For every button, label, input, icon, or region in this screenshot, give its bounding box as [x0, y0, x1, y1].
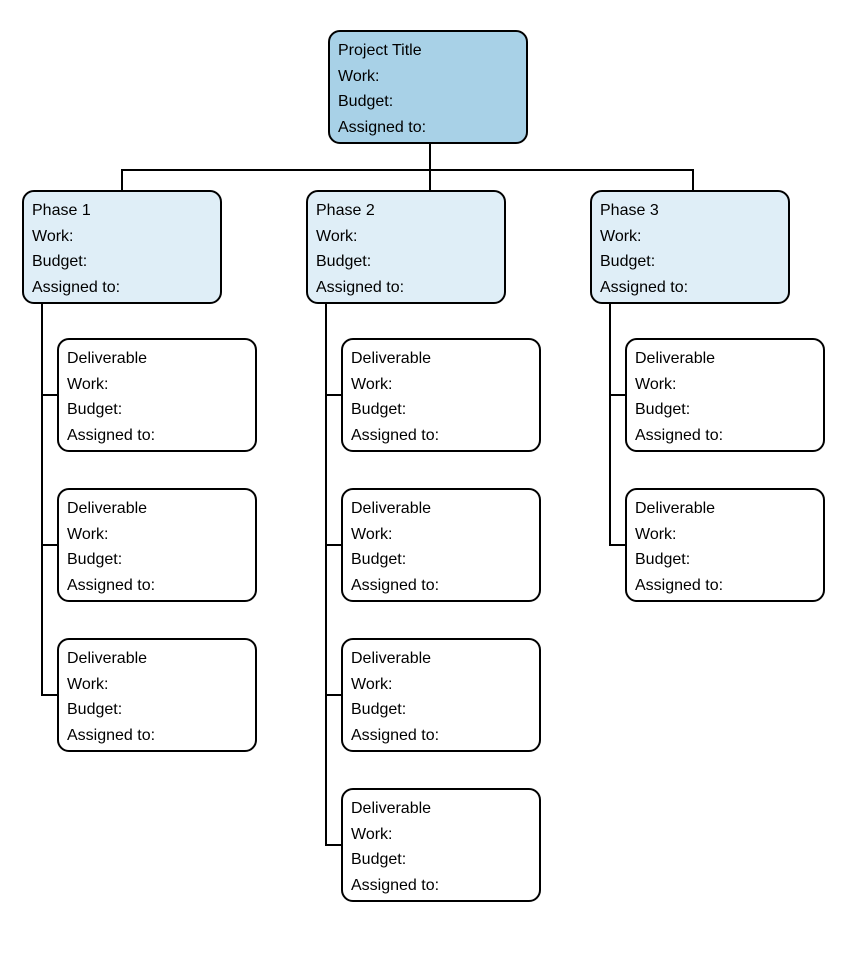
deliverable-assigned: Assigned to: — [351, 723, 531, 749]
deliverable-node: Deliverable Work: Budget: Assigned to: — [57, 338, 257, 452]
deliverable-work: Work: — [635, 522, 815, 548]
root-title: Project Title — [338, 38, 518, 64]
deliverable-assigned: Assigned to: — [67, 423, 247, 449]
deliverable-work: Work: — [351, 672, 531, 698]
deliverable-title: Deliverable — [67, 646, 247, 672]
root-node: Project Title Work: Budget: Assigned to: — [328, 30, 528, 144]
root-assigned: Assigned to: — [338, 115, 518, 141]
deliverable-node: Deliverable Work: Budget: Assigned to: — [57, 638, 257, 752]
deliverable-budget: Budget: — [67, 697, 247, 723]
phase-assigned: Assigned to: — [316, 275, 496, 301]
deliverable-work: Work: — [67, 372, 247, 398]
deliverable-assigned: Assigned to: — [635, 573, 815, 599]
phase-assigned: Assigned to: — [32, 275, 212, 301]
phase-budget: Budget: — [316, 249, 496, 275]
phase-work: Work: — [316, 224, 496, 250]
deliverable-assigned: Assigned to: — [351, 423, 531, 449]
root-work: Work: — [338, 64, 518, 90]
deliverable-assigned: Assigned to: — [351, 873, 531, 899]
root-budget: Budget: — [338, 89, 518, 115]
deliverable-work: Work: — [351, 372, 531, 398]
deliverable-node: Deliverable Work: Budget: Assigned to: — [341, 638, 541, 752]
deliverable-budget: Budget: — [351, 547, 531, 573]
deliverable-assigned: Assigned to: — [67, 723, 247, 749]
phase-assigned: Assigned to: — [600, 275, 780, 301]
deliverable-work: Work: — [67, 522, 247, 548]
phase-node-1: Phase 1 Work: Budget: Assigned to: — [22, 190, 222, 304]
phase-node-2: Phase 2 Work: Budget: Assigned to: — [306, 190, 506, 304]
phase-title: Phase 2 — [316, 198, 496, 224]
phase-budget: Budget: — [600, 249, 780, 275]
phase-title: Phase 3 — [600, 198, 780, 224]
deliverable-budget: Budget: — [635, 397, 815, 423]
deliverable-title: Deliverable — [351, 496, 531, 522]
deliverable-title: Deliverable — [635, 496, 815, 522]
deliverable-node: Deliverable Work: Budget: Assigned to: — [625, 338, 825, 452]
deliverable-node: Deliverable Work: Budget: Assigned to: — [625, 488, 825, 602]
phase-budget: Budget: — [32, 249, 212, 275]
deliverable-work: Work: — [351, 822, 531, 848]
phase-title: Phase 1 — [32, 198, 212, 224]
deliverable-assigned: Assigned to: — [351, 573, 531, 599]
phase-work: Work: — [32, 224, 212, 250]
deliverable-title: Deliverable — [67, 496, 247, 522]
deliverable-node: Deliverable Work: Budget: Assigned to: — [341, 788, 541, 902]
deliverable-assigned: Assigned to: — [635, 423, 815, 449]
deliverable-work: Work: — [351, 522, 531, 548]
deliverable-node: Deliverable Work: Budget: Assigned to: — [341, 338, 541, 452]
deliverable-node: Deliverable Work: Budget: Assigned to: — [341, 488, 541, 602]
diagram-canvas: Project Title Work: Budget: Assigned to:… — [0, 0, 861, 967]
deliverable-title: Deliverable — [67, 346, 247, 372]
deliverable-work: Work: — [67, 672, 247, 698]
deliverable-budget: Budget: — [351, 397, 531, 423]
deliverable-budget: Budget: — [635, 547, 815, 573]
deliverable-work: Work: — [635, 372, 815, 398]
deliverable-title: Deliverable — [635, 346, 815, 372]
deliverable-budget: Budget: — [351, 847, 531, 873]
deliverable-assigned: Assigned to: — [67, 573, 247, 599]
phase-work: Work: — [600, 224, 780, 250]
deliverable-node: Deliverable Work: Budget: Assigned to: — [57, 488, 257, 602]
phase-node-3: Phase 3 Work: Budget: Assigned to: — [590, 190, 790, 304]
deliverable-title: Deliverable — [351, 346, 531, 372]
deliverable-title: Deliverable — [351, 646, 531, 672]
deliverable-budget: Budget: — [67, 547, 247, 573]
deliverable-budget: Budget: — [67, 397, 247, 423]
deliverable-budget: Budget: — [351, 697, 531, 723]
deliverable-title: Deliverable — [351, 796, 531, 822]
